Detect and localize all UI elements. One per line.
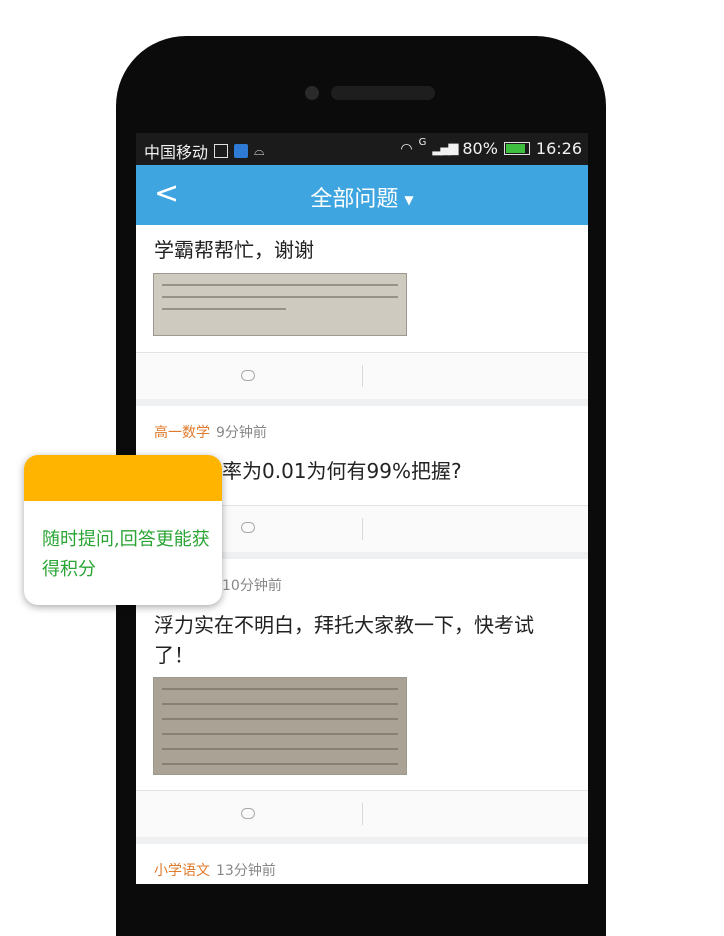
question-image[interactable] — [153, 677, 407, 775]
page-title: 全部问题 — [310, 187, 399, 212]
top-navbar: < 全部问题 ▼ — [136, 165, 588, 225]
chevron-down-icon: ▼ — [404, 193, 414, 207]
front-camera — [305, 86, 319, 100]
post-time: 9分钟前 — [216, 425, 267, 441]
filter-dropdown[interactable]: 全部问题 ▼ — [136, 181, 588, 213]
feature-tooltip: 随时提问,回答更能获得积分 — [24, 455, 222, 605]
card-actions — [136, 790, 588, 837]
post-time: 13分钟前 — [216, 863, 276, 879]
subject-tag[interactable]: 高一数学 — [154, 425, 210, 441]
network-type: G — [418, 137, 427, 148]
question-text: 率为0.01为何有99%把握? — [222, 459, 462, 483]
wifi-icon: ◠ — [400, 140, 413, 157]
answer-button[interactable] — [363, 506, 588, 552]
tooltip-text: 随时提问,回答更能获得积分 — [42, 529, 210, 580]
battery-percent: 80% — [462, 139, 498, 158]
comment-icon — [241, 370, 255, 381]
android-icon: ⌓ — [254, 143, 265, 159]
question-card[interactable]: 学霸帮帮忙，谢谢 — [136, 225, 588, 399]
question-meta: 10分钟前 — [222, 575, 282, 595]
comment-icon — [241, 522, 255, 533]
subject-tag[interactable]: 小学语文 — [154, 863, 210, 879]
question-meta: 小学语文 13分钟前 — [154, 860, 276, 880]
image-notification-icon — [214, 144, 229, 158]
battery-icon — [503, 142, 530, 155]
question-text: 浮力实在不明白，拜托大家教一下，快考试了！ — [154, 613, 534, 667]
answer-button[interactable] — [363, 791, 588, 837]
card-actions — [136, 352, 588, 399]
post-time: 10分钟前 — [222, 578, 282, 594]
question-text: 学霸帮帮忙，谢谢 — [154, 238, 314, 262]
signal-icon: ▂▄▆ — [432, 141, 458, 156]
carrier-label: 中国移动 — [144, 143, 209, 162]
answer-button[interactable] — [363, 353, 588, 399]
question-meta: 高一数学 9分钟前 — [154, 422, 267, 442]
question-card[interactable]: 小学语文 13分钟前 — [136, 844, 588, 884]
comment-button[interactable] — [136, 353, 362, 399]
question-image[interactable] — [153, 273, 407, 336]
tooltip-header-bar — [24, 455, 222, 501]
comment-button[interactable] — [136, 791, 362, 837]
app-notification-icon — [234, 144, 249, 158]
comment-icon — [241, 808, 255, 819]
status-bar: 中国移动 ⌓ ◠ G ▂▄▆ 80% 16:26 — [136, 133, 588, 165]
clock: 16:26 — [535, 139, 582, 158]
earpiece-speaker — [331, 86, 435, 100]
